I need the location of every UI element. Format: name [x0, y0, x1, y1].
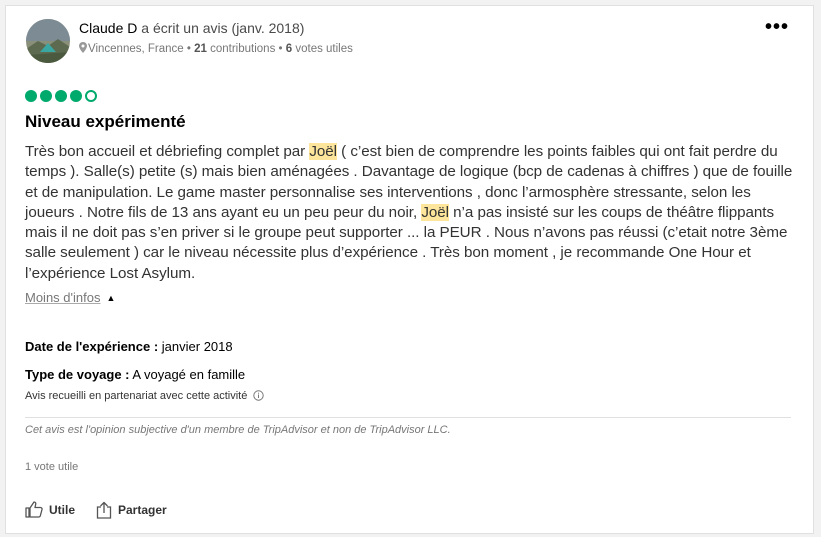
- experience-date-value: janvier 2018: [161, 339, 233, 354]
- author-line: Claude D a écrit un avis (janv. 2018): [79, 20, 304, 36]
- contributions-count: 21: [194, 43, 207, 55]
- partnership-text: Avis recueilli en partenariat avec cette…: [25, 390, 248, 402]
- rating-bubble-filled: [55, 90, 67, 102]
- rating-bubble-filled: [70, 90, 82, 102]
- author-location: Vincennes, France: [88, 43, 184, 55]
- share-label: Partager: [118, 503, 167, 517]
- review-card: Claude D a écrit un avis (janv. 2018) Vi…: [5, 5, 814, 534]
- review-title[interactable]: Niveau expérimenté: [25, 112, 186, 132]
- less-info-label: Moins d'infos: [25, 290, 101, 305]
- review-text-segment: Très bon accueil et débriefing complet p…: [25, 143, 310, 160]
- info-icon[interactable]: [253, 390, 265, 401]
- helpful-votes-count: 1 vote utile: [25, 461, 79, 473]
- trip-type: Type de voyage : A voyagé en famille: [25, 367, 245, 382]
- helpful-button[interactable]: Utile: [25, 501, 75, 518]
- partnership-note: Avis recueilli en partenariat avec cette…: [25, 390, 265, 402]
- share-button[interactable]: Partager: [96, 501, 167, 519]
- location-pin-icon: [79, 42, 87, 53]
- thumbs-up-icon: [25, 501, 43, 518]
- author-name[interactable]: Claude D: [79, 20, 137, 36]
- votes-label: votes utiles: [295, 43, 353, 55]
- share-icon: [96, 501, 112, 519]
- avatar[interactable]: [26, 19, 70, 63]
- rating-bubble-empty: [85, 90, 97, 102]
- divider: [25, 417, 791, 418]
- highlighted-term: Joël: [309, 143, 337, 160]
- rating-bubble-filled: [40, 90, 52, 102]
- more-options-icon[interactable]: •••: [765, 17, 789, 37]
- rating-bubble-filled: [25, 90, 37, 102]
- votes-count: 6: [285, 43, 293, 55]
- author-action-text: a écrit un avis (janv. 2018): [141, 20, 305, 36]
- author-meta: Vincennes, France • 21 contributions • 6…: [79, 42, 353, 55]
- disclaimer: Cet avis est l'opinion subjective d'un m…: [25, 424, 451, 436]
- experience-date-label: Date de l'expérience :: [25, 339, 159, 354]
- experience-date: Date de l'expérience : janvier 2018: [25, 339, 233, 354]
- less-info-button[interactable]: Moins d'infos ▲: [25, 290, 115, 305]
- trip-type-value: A voyagé en famille: [132, 367, 246, 382]
- review-text: Très bon accueil et débriefing complet p…: [25, 142, 795, 284]
- caret-up-icon: ▲: [106, 293, 116, 303]
- highlighted-term: Joël: [421, 203, 449, 221]
- contributions-label: contributions: [210, 43, 276, 55]
- rating-bubbles: [25, 90, 97, 102]
- trip-type-label: Type de voyage :: [25, 367, 130, 382]
- helpful-label: Utile: [49, 502, 76, 517]
